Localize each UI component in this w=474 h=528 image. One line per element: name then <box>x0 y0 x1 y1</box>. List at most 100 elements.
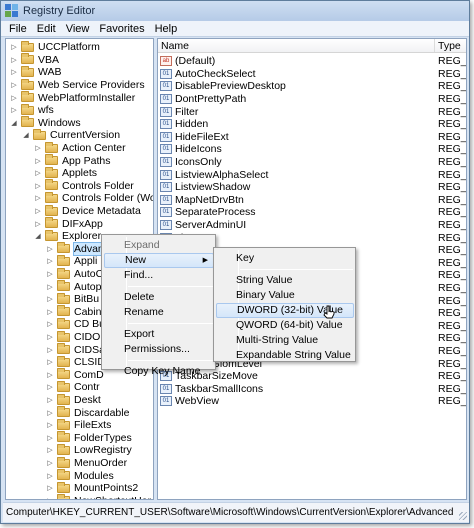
tree-node[interactable]: ▷ Web Service Providers <box>10 78 145 92</box>
title-bar[interactable]: Registry Editor <box>1 1 469 21</box>
expand-arrow-icon[interactable]: ▷ <box>34 207 42 215</box>
expand-arrow-icon[interactable]: ▷ <box>34 169 42 177</box>
expand-arrow-icon[interactable]: ▷ <box>34 220 42 228</box>
tree-node[interactable]: ▷ NewShortcutHar <box>46 494 151 499</box>
expand-arrow-icon[interactable]: ▷ <box>46 459 54 467</box>
value-row[interactable]: 01MapNetDrvBtn REG_DV <box>158 194 466 207</box>
value-row[interactable]: 01Filter REG_DV <box>158 105 466 118</box>
value-row[interactable]: 01WebView REG_DV <box>158 395 466 408</box>
tree-node[interactable]: ▷ Deskt <box>46 393 101 407</box>
expand-arrow-icon[interactable]: ▷ <box>34 144 42 152</box>
tree-node[interactable]: ▷ Discardable <box>46 406 129 419</box>
submenu-item[interactable]: Binary Value <box>216 288 354 303</box>
tree-node[interactable]: ▷ Autop <box>46 280 101 293</box>
tree-node[interactable]: ▷ MountPoints2 <box>46 481 138 495</box>
value-row[interactable]: 01ListviewShadow REG_DV <box>158 181 466 194</box>
tree-node[interactable]: ◢ CurrentVersion <box>22 128 120 142</box>
tree-node[interactable]: ▷ Controls Folder <box>34 179 134 193</box>
context-menu-item[interactable]: New ▶ <box>104 253 214 268</box>
expand-arrow-icon[interactable]: ▷ <box>10 68 18 76</box>
expand-arrow-icon[interactable]: ▷ <box>46 270 54 278</box>
tree-node[interactable]: ▷ BitBu <box>46 292 99 306</box>
tree-node[interactable]: ▷ AutoC <box>46 267 103 281</box>
context-menu-item[interactable]: Permissions... <box>104 342 214 357</box>
tree-node[interactable]: ▷ CD Bu <box>46 317 105 331</box>
tree-node[interactable]: ▷ CLSID <box>46 355 105 369</box>
column-header-type[interactable]: Type <box>435 39 461 52</box>
tree-node[interactable]: ▷ FileExts <box>46 418 111 432</box>
tree-node[interactable]: ▷ Advanc <box>46 241 111 256</box>
value-row[interactable]: 01HideFileExt REG_DV <box>158 131 466 144</box>
value-row[interactable]: 01HideIcons REG_DV <box>158 143 466 156</box>
tree-node[interactable]: ▷ UCCPlatform <box>10 40 100 54</box>
expand-arrow-icon[interactable]: ▷ <box>34 157 42 165</box>
context-menu-item[interactable]: Delete <box>104 290 214 305</box>
value-row[interactable]: 01AutoCheckSelect REG_DV <box>158 68 466 81</box>
expand-arrow-icon[interactable]: ▷ <box>46 320 54 328</box>
tree-node[interactable]: ▷ Action Center <box>34 141 126 155</box>
tree-node[interactable]: ▷ Controls Folder (Wo <box>34 191 153 205</box>
resize-grip-icon[interactable] <box>459 512 467 520</box>
expand-arrow-icon[interactable]: ▷ <box>46 308 54 316</box>
expand-arrow-icon[interactable]: ▷ <box>46 346 54 354</box>
expand-arrow-icon[interactable]: ▷ <box>10 106 18 114</box>
value-row[interactable]: 01DisablePreviewDesktop REG_DV <box>158 80 466 93</box>
expand-arrow-icon[interactable]: ▷ <box>46 409 54 417</box>
tree-node[interactable]: ▷ Cabin <box>46 305 101 319</box>
expand-arrow-icon[interactable]: ▷ <box>10 56 18 64</box>
submenu-item[interactable]: Expandable String Value <box>216 348 354 363</box>
tree-node[interactable]: ▷ ComD <box>46 368 104 382</box>
tree-node[interactable]: ▷ DIFxApp <box>34 217 103 230</box>
value-row[interactable]: 01IconsOnly REG_DV <box>158 156 466 169</box>
tree-node[interactable]: ▷ Device Metadata <box>34 204 141 218</box>
menu-edit[interactable]: Edit <box>33 23 62 35</box>
expand-arrow-icon[interactable]: ▷ <box>10 94 18 102</box>
menu-favorites[interactable]: Favorites <box>95 23 150 35</box>
expand-arrow-icon[interactable]: ▷ <box>46 434 54 442</box>
tree-node[interactable]: ▷ WebPlatformInstaller <box>10 91 135 104</box>
value-row[interactable]: 01ListviewAlphaSelect REG_DV <box>158 168 466 181</box>
context-menu-item[interactable]: Export <box>104 327 214 342</box>
expand-arrow-icon[interactable]: ▷ <box>46 358 54 366</box>
expand-arrow-icon[interactable]: ▷ <box>46 383 54 391</box>
submenu-item[interactable]: Key <box>216 251 354 266</box>
expand-arrow-icon[interactable]: ▷ <box>46 257 54 265</box>
tree-node[interactable]: ▷ VBA <box>10 53 59 67</box>
submenu-item[interactable]: String Value <box>216 273 354 288</box>
context-menu-item[interactable]: Find... <box>104 268 214 283</box>
value-row[interactable]: 01TaskbarSmallIcons REG_DV <box>158 383 466 396</box>
tree-node[interactable]: ▷ MenuOrder <box>46 456 127 470</box>
expand-arrow-icon[interactable]: ▷ <box>46 421 54 429</box>
value-row[interactable]: 01SeparateProcess REG_DV <box>158 206 466 219</box>
expand-arrow-icon[interactable]: ▷ <box>46 446 54 454</box>
collapse-arrow-icon[interactable]: ◢ <box>34 232 42 240</box>
tree-node[interactable]: ▷ CIDSa <box>46 343 105 356</box>
menu-view[interactable]: View <box>62 23 96 35</box>
context-menu-item[interactable]: Copy Key Name <box>104 364 214 379</box>
expand-arrow-icon[interactable]: ▷ <box>46 295 54 303</box>
collapse-arrow-icon[interactable]: ◢ <box>10 119 18 127</box>
expand-arrow-icon[interactable]: ▷ <box>46 497 54 499</box>
column-header-name[interactable]: Name <box>158 39 435 52</box>
expand-arrow-icon[interactable]: ▷ <box>46 472 54 480</box>
menu-help[interactable]: Help <box>151 23 184 35</box>
tree-node[interactable]: ▷ Modules <box>46 469 114 482</box>
context-menu-item[interactable]: Rename <box>104 305 214 320</box>
value-row[interactable]: 01DontPrettyPath REG_DV <box>158 93 466 106</box>
tree-node[interactable]: ▷ wfs <box>10 103 54 117</box>
expand-arrow-icon[interactable]: ▷ <box>46 396 54 404</box>
tree-node[interactable]: ▷ CIDO <box>46 330 100 344</box>
menu-file[interactable]: File <box>5 23 33 35</box>
tree-node[interactable]: ▷ FolderTypes <box>46 431 132 445</box>
expand-arrow-icon[interactable]: ▷ <box>46 283 54 291</box>
submenu-item[interactable]: Multi-String Value <box>216 333 354 348</box>
expand-arrow-icon[interactable]: ▷ <box>46 333 54 341</box>
tree-node[interactable]: ▷ App Paths <box>34 154 110 167</box>
tree-node[interactable]: ▷ Applets <box>34 166 97 180</box>
value-row[interactable]: ab(Default) REG_SZ <box>158 55 466 68</box>
expand-arrow-icon[interactable]: ▷ <box>46 371 54 379</box>
expand-arrow-icon[interactable]: ▷ <box>34 194 42 202</box>
tree-node[interactable]: ◢ Explorer <box>34 229 101 243</box>
tree-node[interactable]: ▷ Appli <box>46 254 97 268</box>
value-row[interactable]: 01Hidden REG_DV <box>158 118 466 131</box>
